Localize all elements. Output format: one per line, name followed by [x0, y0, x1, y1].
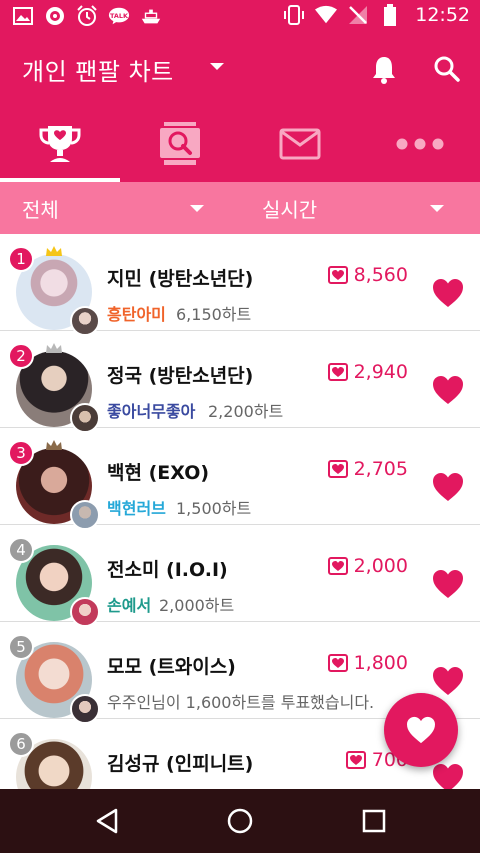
- rank-badge: 5: [8, 634, 34, 660]
- idol-name: 지민 (방탄소년단): [107, 268, 254, 290]
- heart-icon[interactable]: [432, 375, 464, 405]
- talk-icon: TALK: [108, 5, 130, 27]
- fan-name[interactable]: 손예서: [107, 592, 151, 616]
- recents-icon[interactable]: [360, 807, 388, 835]
- page-title[interactable]: 개인 팬팔 차트: [22, 52, 174, 87]
- no-signal-icon: [347, 4, 369, 26]
- rank-badge: 1: [8, 246, 34, 272]
- heart-box-icon: [327, 557, 348, 575]
- tab-more[interactable]: [360, 105, 480, 182]
- app-bar: 개인 팬팔 차트: [0, 33, 480, 105]
- wifi-icon: [315, 4, 338, 26]
- heart-icon[interactable]: [432, 278, 464, 308]
- rank-badge: 4: [8, 537, 34, 563]
- fan-name[interactable]: 백현러브: [107, 495, 166, 519]
- heart-icon[interactable]: [432, 472, 464, 502]
- search-card-icon: [160, 121, 200, 165]
- list-item[interactable]: 1 지민 (방탄소년단) 흥탄아미 6,150하트 8,560: [0, 234, 480, 336]
- heart-box-icon: [327, 266, 348, 284]
- battery-icon: [379, 4, 401, 26]
- fan-hearts: 2,000하트: [159, 596, 235, 615]
- idol-name: 모모 (트와이스): [107, 656, 236, 678]
- talk-label: TALK: [110, 12, 129, 20]
- score-value: 1,800: [353, 652, 408, 674]
- idol-name: 정국 (방탄소년단): [107, 365, 254, 387]
- fan-hearts: 6,150하트: [176, 305, 252, 324]
- heart-icon[interactable]: [432, 569, 464, 599]
- crown-icon: [46, 343, 62, 353]
- trophy-icon: [39, 125, 81, 162]
- home-icon[interactable]: [226, 807, 254, 835]
- tab-chart[interactable]: [0, 105, 120, 182]
- back-icon[interactable]: [94, 807, 122, 835]
- vote-notice: 우주인님이 1,600하트를 투표했습니다.: [107, 693, 375, 712]
- gallery-icon: [12, 5, 34, 27]
- ship-icon: [140, 5, 162, 27]
- filter-bar: 전체 실시간: [0, 182, 480, 234]
- rank-badge: 6: [8, 731, 34, 757]
- fan-hearts: 1,500하트: [176, 499, 252, 518]
- fan-name[interactable]: 좋아너무좋아: [107, 398, 195, 422]
- score-value: 2,000: [353, 555, 408, 577]
- app-icon: [44, 5, 66, 27]
- vote-score: 2,940: [327, 361, 408, 383]
- list-item[interactable]: 4 전소미 (I.O.I) 손예서 2,000하트 2,000: [0, 525, 480, 627]
- vote-fab-button[interactable]: [384, 693, 458, 767]
- heart-box-icon: [327, 460, 348, 478]
- heart-box-icon: [327, 654, 348, 672]
- status-bar: TALK 12:52: [0, 0, 480, 33]
- tab-mail[interactable]: [240, 105, 360, 182]
- crown-icon: [46, 440, 62, 450]
- vote-score: 2,000: [327, 555, 408, 577]
- tab-search-card[interactable]: [120, 105, 240, 182]
- vote-score: 2,705: [327, 458, 408, 480]
- list-item[interactable]: 3 백현 (EXO) 백현러브 1,500하트 2,705: [0, 428, 480, 530]
- dropdown-caret-icon[interactable]: [210, 63, 224, 70]
- vote-score: 8,560: [327, 264, 408, 286]
- heart-icon: [407, 716, 435, 744]
- idol-name: 김성규 (인피니트): [107, 753, 254, 775]
- score-value: 8,560: [353, 264, 408, 286]
- tab-bar: [0, 105, 480, 182]
- list-item[interactable]: 2 정국 (방탄소년단) 좋아너무좋아 2,200하트 2,940: [0, 331, 480, 433]
- category-filter[interactable]: 전체: [22, 182, 59, 234]
- score-value: 2,705: [353, 458, 408, 480]
- mail-icon: [279, 128, 321, 159]
- heart-icon[interactable]: [432, 763, 464, 789]
- heart-box-icon: [345, 751, 366, 769]
- idol-name: 백현 (EXO): [107, 462, 210, 484]
- crown-icon: [46, 246, 62, 256]
- search-icon[interactable]: [433, 55, 461, 83]
- idol-name: 전소미 (I.O.I): [107, 559, 228, 581]
- heart-box-icon: [327, 363, 348, 381]
- period-filter[interactable]: 실시간: [262, 182, 317, 234]
- fan-name[interactable]: 흥탄아미: [107, 301, 166, 325]
- rank-badge: 3: [8, 440, 34, 466]
- score-value: 2,940: [353, 361, 408, 383]
- period-caret-icon[interactable]: [430, 205, 444, 212]
- bell-icon[interactable]: [370, 55, 398, 85]
- more-icon: [396, 138, 444, 149]
- alarm-icon: [76, 5, 98, 27]
- rank-badge: 2: [8, 343, 34, 369]
- status-time: 12:52: [415, 4, 470, 26]
- vote-score: 1,800: [327, 652, 408, 674]
- vibrate-icon: [283, 4, 305, 26]
- heart-icon[interactable]: [432, 666, 464, 696]
- category-caret-icon[interactable]: [190, 205, 204, 212]
- fan-hearts: 2,200하트: [208, 402, 284, 421]
- system-nav-bar: [0, 789, 480, 853]
